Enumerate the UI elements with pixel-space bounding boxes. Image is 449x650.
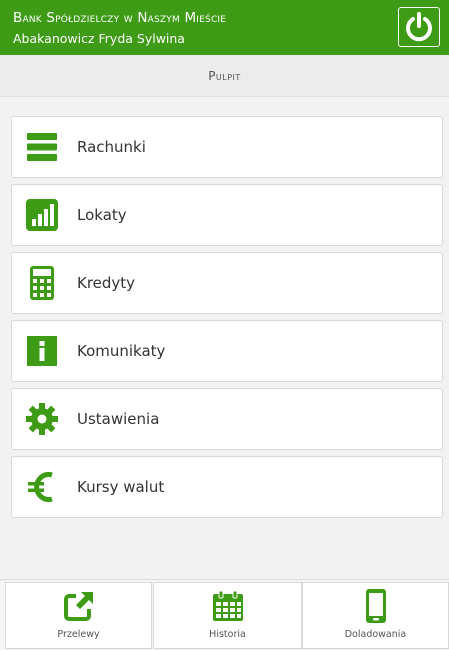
bottom-navigation: Przelewy Historia Doladowania: [0, 579, 449, 650]
nav-label: Doladowania: [344, 629, 407, 640]
menu-item-label: Lokaty: [77, 206, 127, 224]
menu-item-label: Komunikaty: [77, 342, 166, 360]
power-icon: [406, 12, 432, 42]
menu-item-label: Rachunki: [77, 138, 146, 156]
external-link-icon: [62, 589, 96, 623]
logout-button[interactable]: [398, 7, 440, 47]
nav-label: Przelewy: [57, 629, 100, 640]
menu-item-label: Ustawienia: [77, 410, 160, 428]
menu-item-kursy-walut[interactable]: Kursy walut: [11, 456, 443, 518]
calendar-icon: [211, 589, 245, 623]
calculator-icon: [25, 266, 59, 300]
bar-chart-icon: [25, 198, 59, 232]
user-name: Abakanowicz Fryda Sylwina: [13, 31, 185, 46]
nav-label: Historia: [209, 629, 246, 640]
list-icon: [25, 130, 59, 164]
menu-item-ustawienia[interactable]: Ustawienia: [11, 388, 443, 450]
app-header: Bank Spółdzielczy w Naszym Mieście Abaka…: [0, 0, 449, 55]
mobile-phone-icon: [359, 589, 393, 623]
bank-name: Bank Spółdzielczy w Naszym Mieście: [13, 10, 227, 26]
nav-historia[interactable]: Historia: [153, 582, 302, 649]
menu-item-label: Kredyty: [77, 274, 136, 292]
info-icon: [25, 334, 59, 368]
page-title: Pulpit: [0, 55, 449, 97]
nav-doladowania[interactable]: Doladowania: [302, 582, 449, 649]
menu-item-komunikaty[interactable]: Komunikaty: [11, 320, 443, 382]
menu-item-kredyty[interactable]: Kredyty: [11, 252, 443, 314]
nav-przelewy[interactable]: Przelewy: [5, 582, 152, 649]
euro-icon: [25, 470, 59, 504]
menu-item-rachunki[interactable]: Rachunki: [11, 116, 443, 178]
gear-icon: [25, 402, 59, 436]
main-content: Rachunki Lokaty Kredyty Komunikaty Ustaw…: [0, 97, 449, 580]
menu-item-lokaty[interactable]: Lokaty: [11, 184, 443, 246]
menu-item-label: Kursy walut: [77, 478, 165, 496]
